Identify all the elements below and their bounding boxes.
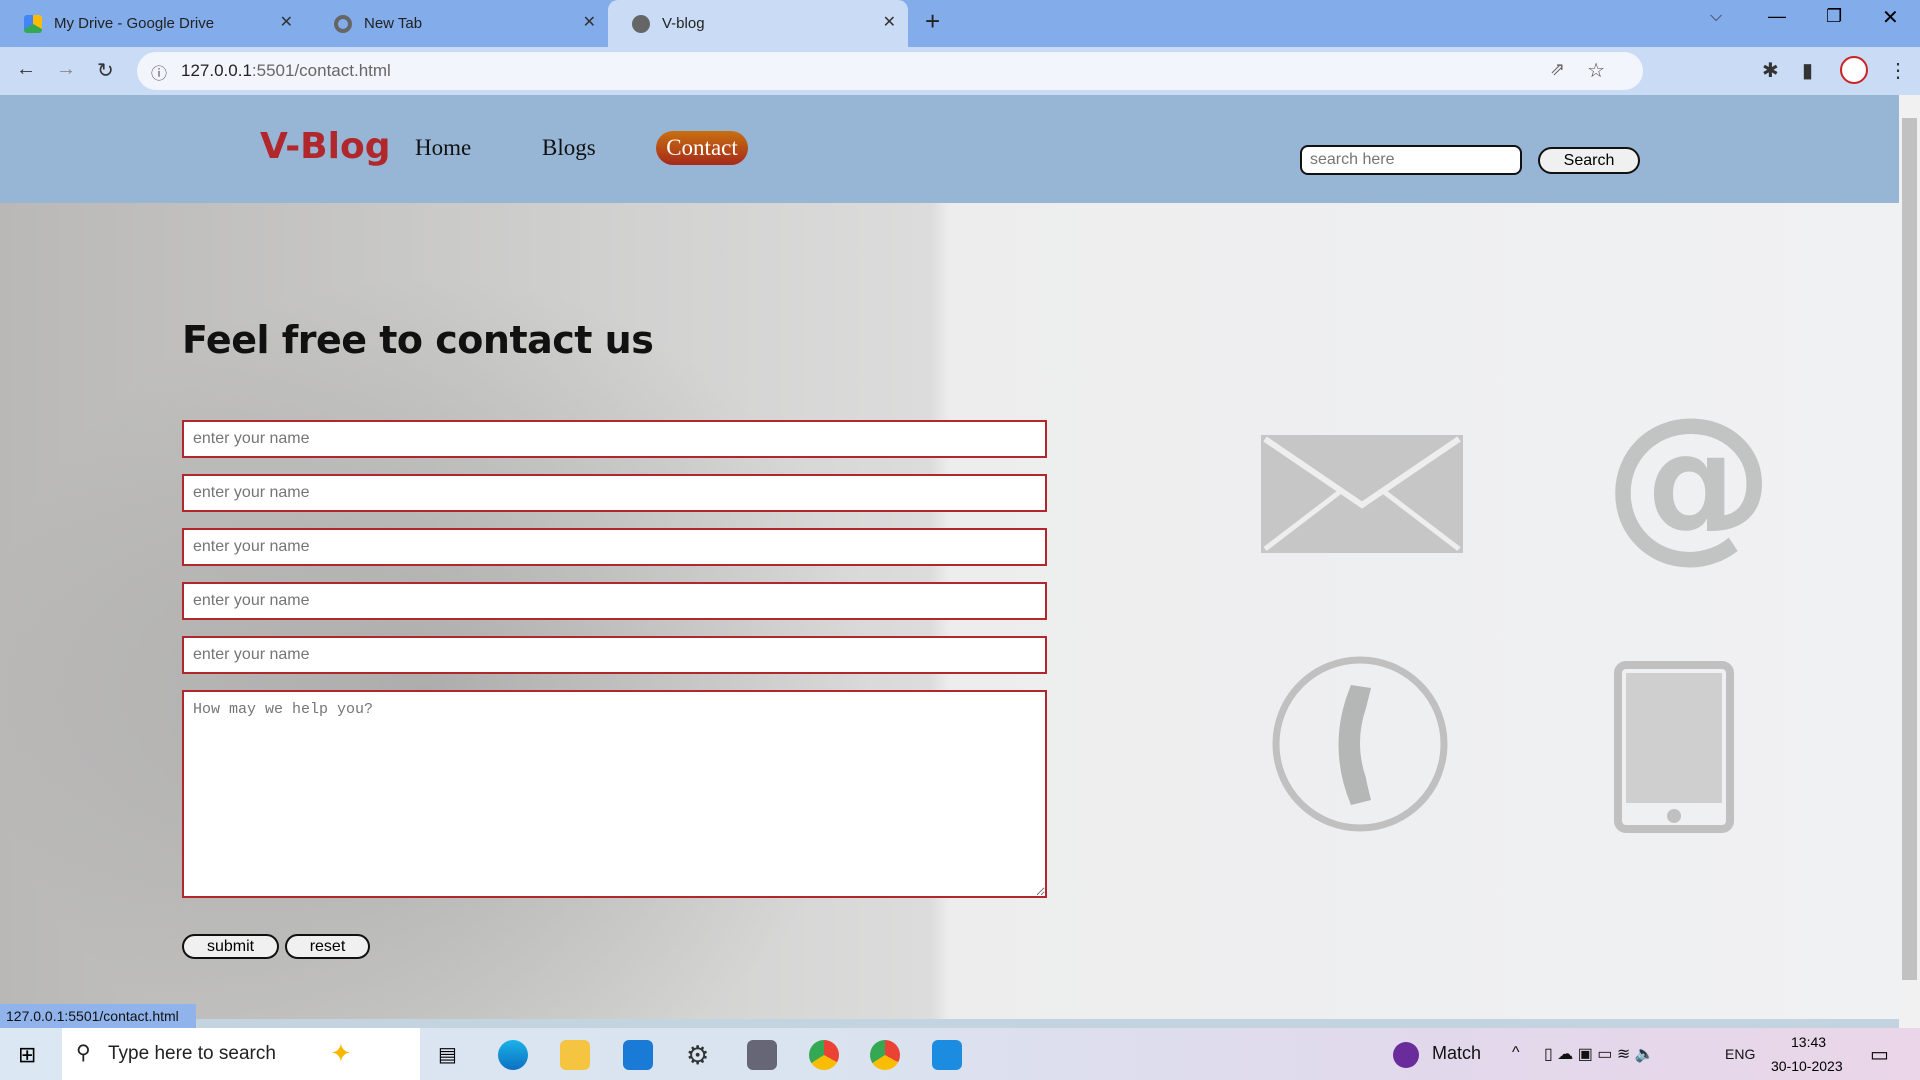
submit-button[interactable]: submit: [182, 934, 279, 959]
form-field-5[interactable]: [182, 636, 1047, 674]
google-drive-icon: [24, 14, 42, 33]
file-explorer-icon[interactable]: [560, 1040, 590, 1070]
search-button[interactable]: Search: [1538, 147, 1640, 174]
mail-icon[interactable]: [623, 1040, 653, 1070]
vscode-icon[interactable]: [932, 1040, 962, 1070]
site-logo[interactable]: V-Blog: [260, 126, 390, 167]
search-icon: ⚲: [76, 1042, 91, 1064]
bookmark-star-icon[interactable]: ☆: [1587, 58, 1605, 83]
tablet-icon: [1614, 661, 1734, 833]
message-textarea[interactable]: [182, 690, 1047, 898]
envelope-icon: [1261, 435, 1463, 553]
scrollbar-thumb[interactable]: [1902, 118, 1917, 980]
form-field-3[interactable]: [182, 528, 1047, 566]
edge-icon[interactable]: [498, 1040, 528, 1070]
weather-text[interactable]: Match: [1432, 1043, 1481, 1064]
nav-contact[interactable]: Contact: [656, 131, 748, 165]
close-tab-icon[interactable]: ✕: [883, 12, 896, 32]
restore-button[interactable]: ❐: [1826, 6, 1842, 27]
camera-icon[interactable]: [747, 1040, 777, 1070]
clock-date[interactable]: 30-10-2023: [1771, 1058, 1843, 1074]
tab-google-drive[interactable]: My Drive - Google Drive ✕: [0, 0, 305, 47]
at-sign-icon: @: [1604, 381, 1774, 579]
settings-gear-icon[interactable]: ⚙: [686, 1040, 709, 1071]
tab-title: My Drive - Google Drive: [54, 15, 215, 32]
forward-icon[interactable]: →: [56, 58, 76, 81]
url-host: 127.0.0.1: [181, 61, 252, 80]
url-path: :5501/contact.html: [251, 61, 391, 80]
back-icon[interactable]: ←: [16, 58, 36, 81]
page-title: Feel free to contact us: [182, 318, 654, 362]
minimize-button[interactable]: —: [1768, 6, 1786, 27]
nav-home[interactable]: Home: [415, 135, 471, 161]
weather-icon: [1393, 1042, 1419, 1068]
tab-v-blog[interactable]: V-blog ✕: [608, 0, 908, 47]
tray-icons[interactable]: ▯ ☁ ▣ ▭ ≋ 🔈: [1544, 1044, 1655, 1064]
address-bar[interactable]: ⓘ 127.0.0.1:5501/contact.html ⇗ ☆: [137, 52, 1643, 90]
side-panel-icon[interactable]: ▮: [1802, 58, 1813, 83]
close-window-button[interactable]: ✕: [1882, 5, 1899, 30]
tab-title: New Tab: [364, 15, 423, 32]
new-tab-button[interactable]: +: [925, 6, 940, 37]
status-bar-url: 127.0.0.1:5501/contact.html: [0, 1004, 196, 1028]
page-bottom-strip: [0, 1019, 1899, 1028]
reload-icon[interactable]: ↻: [97, 58, 114, 83]
form-field-2[interactable]: [182, 474, 1047, 512]
extensions-icon[interactable]: ✱: [1762, 58, 1779, 83]
reset-button[interactable]: reset: [285, 934, 370, 959]
language-indicator[interactable]: ENG: [1725, 1046, 1755, 1062]
profile-avatar[interactable]: [1840, 56, 1868, 84]
chrome-active-icon[interactable]: [870, 1040, 900, 1070]
chrome-icon[interactable]: [809, 1040, 839, 1070]
nav-blogs[interactable]: Blogs: [542, 135, 596, 161]
name-field[interactable]: [182, 420, 1047, 458]
close-tab-icon[interactable]: ✕: [280, 12, 293, 32]
notification-icon[interactable]: ▭: [1870, 1042, 1889, 1067]
search-input[interactable]: [1300, 145, 1522, 175]
taskbar-search-placeholder: Type here to search: [108, 1043, 276, 1064]
tray-chevron-icon[interactable]: ^: [1512, 1044, 1520, 1062]
tab-new-tab[interactable]: New Tab ✕: [310, 0, 608, 47]
menu-kebab-icon[interactable]: ⋮: [1888, 58, 1908, 83]
tab-title: V-blog: [662, 15, 705, 32]
windows-start-icon[interactable]: ⊞: [18, 1042, 36, 1068]
site-info-icon[interactable]: ⓘ: [151, 60, 167, 84]
sparkle-icon: ✦: [330, 1038, 352, 1068]
task-view-icon[interactable]: ▤: [438, 1042, 457, 1067]
clock-time[interactable]: 13:43: [1791, 1034, 1826, 1050]
share-icon[interactable]: ⇗: [1550, 59, 1565, 80]
globe-icon: [632, 14, 650, 33]
tab-search-chevron-icon[interactable]: ⌵: [1710, 8, 1722, 26]
taskbar-search[interactable]: ⚲ Type here to search ✦: [62, 1028, 420, 1080]
form-field-4[interactable]: [182, 582, 1047, 620]
phone-icon: [1272, 656, 1448, 832]
close-tab-icon[interactable]: ✕: [583, 12, 596, 32]
tab-strip: My Drive - Google Drive ✕ New Tab ✕ V-blog…: [0, 0, 1920, 47]
chrome-icon: [334, 14, 352, 33]
